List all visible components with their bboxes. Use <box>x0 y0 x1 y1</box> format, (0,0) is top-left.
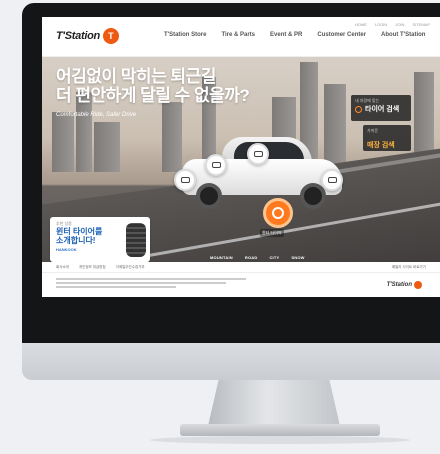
wheel-icon <box>327 177 337 183</box>
headline-line-2: 더 편안하게 달릴 수 없을까? <box>56 86 250 105</box>
hero-subline: Comfortable Ride, Safer Drive <box>56 112 137 118</box>
hotspot-button[interactable] <box>321 169 343 191</box>
store-search-caption: 가까운 <box>367 128 379 133</box>
hotspot-button[interactable] <box>205 154 227 176</box>
site-logo[interactable]: T'Station T <box>56 28 119 44</box>
hotspot-button[interactable] <box>174 169 196 191</box>
main-nav: T'Station Store Tire & Parts Event & PR … <box>164 32 425 38</box>
car-wheel-rear <box>300 183 326 209</box>
engine-icon <box>253 151 263 157</box>
nav-item-store[interactable]: T'Station Store <box>164 32 206 38</box>
util-sitemap-link[interactable]: SITEMAP <box>412 22 430 27</box>
monitor-stand <box>208 380 340 426</box>
footer-logo: T'Station <box>387 281 422 289</box>
footer-link-email-policy[interactable]: 이메일무단수집거부 <box>116 265 145 270</box>
monitor-stand-base <box>180 424 380 436</box>
promo-card[interactable]: 추천 상품 윈터 타이어를 소개합니다! HANKOOK <box>50 217 150 262</box>
scene-road[interactable]: ROAD <box>245 255 258 260</box>
monitor-chin <box>22 343 440 380</box>
car-wheel-front <box>196 183 222 209</box>
skyline-building <box>94 122 120 172</box>
scene-snow[interactable]: SNOW <box>291 255 304 260</box>
headline-line-1: 어김없이 막히는 퇴근길 <box>56 67 216 86</box>
car-window <box>234 142 304 160</box>
footer-link-company[interactable]: 회사소개 <box>56 265 69 270</box>
logo-text: T'Station <box>56 30 100 42</box>
search-icon <box>355 105 362 113</box>
hero-banner: 어김없이 막히는 퇴근길 더 편안하게 달릴 수 없을까? Comfortabl… <box>42 57 440 262</box>
footer-link-privacy[interactable]: 개인정보 취급방침 <box>79 265 106 270</box>
footer-info: T'Station <box>42 273 440 297</box>
tire-icon <box>272 207 284 219</box>
stand-shadow <box>150 436 410 444</box>
family-site-link[interactable]: 패밀리 사이트 바로가기 <box>392 265 426 270</box>
footer-logo-icon <box>414 281 422 289</box>
battery-icon <box>211 162 221 168</box>
tire-search-label: 타이어 검색 <box>365 106 400 113</box>
scene-city[interactable]: CITY <box>269 255 279 260</box>
util-home-link[interactable]: HOME <box>355 22 367 27</box>
hero-headline: 어김없이 막히는 퇴근길 더 편안하게 달릴 수 없을까? <box>56 67 250 105</box>
website-screen: HOME LOGIN JOIN SITEMAP T'Station T T'St… <box>42 17 440 297</box>
util-join-link[interactable]: JOIN <box>395 22 404 27</box>
footer-links: 회사소개 개인정보 취급방침 이메일무단수집거부 패밀리 사이트 바로가기 <box>42 262 440 273</box>
skyline-building <box>162 102 182 172</box>
util-login-link[interactable]: LOGIN <box>375 22 387 27</box>
store-search-label: 매장 검색 <box>367 142 395 149</box>
footer-logo-text: T'Station <box>386 282 412 288</box>
nav-item-customer-center[interactable]: Customer Center <box>317 32 366 38</box>
hotspot-button[interactable] <box>247 143 269 165</box>
nav-item-tire-parts[interactable]: Tire & Parts <box>221 32 255 38</box>
site-header: HOME LOGIN JOIN SITEMAP T'Station T T'St… <box>42 17 440 57</box>
utility-links: HOME LOGIN JOIN SITEMAP <box>355 22 430 27</box>
scene-selector: MOUNTAIN ROAD CITY SNOW <box>210 255 305 260</box>
winter-tire-hotspot[interactable] <box>263 198 293 228</box>
headlight-icon <box>180 177 190 183</box>
nav-item-about[interactable]: About T'Station <box>381 32 425 38</box>
tire-search-button[interactable]: 내 차량에 맞는 타이어 검색 <box>351 95 411 121</box>
store-search-button[interactable]: 가까운 매장 검색 <box>363 125 411 151</box>
tire-image <box>126 223 146 257</box>
scene-mountain[interactable]: MOUNTAIN <box>210 255 233 260</box>
logo-t-icon: T <box>102 28 119 44</box>
winter-tire-label: 윈터 타이어 <box>260 229 284 237</box>
nav-item-event-pr[interactable]: Event & PR <box>270 32 302 38</box>
skyline-building <box>52 112 74 172</box>
footer-address-text <box>56 278 256 290</box>
